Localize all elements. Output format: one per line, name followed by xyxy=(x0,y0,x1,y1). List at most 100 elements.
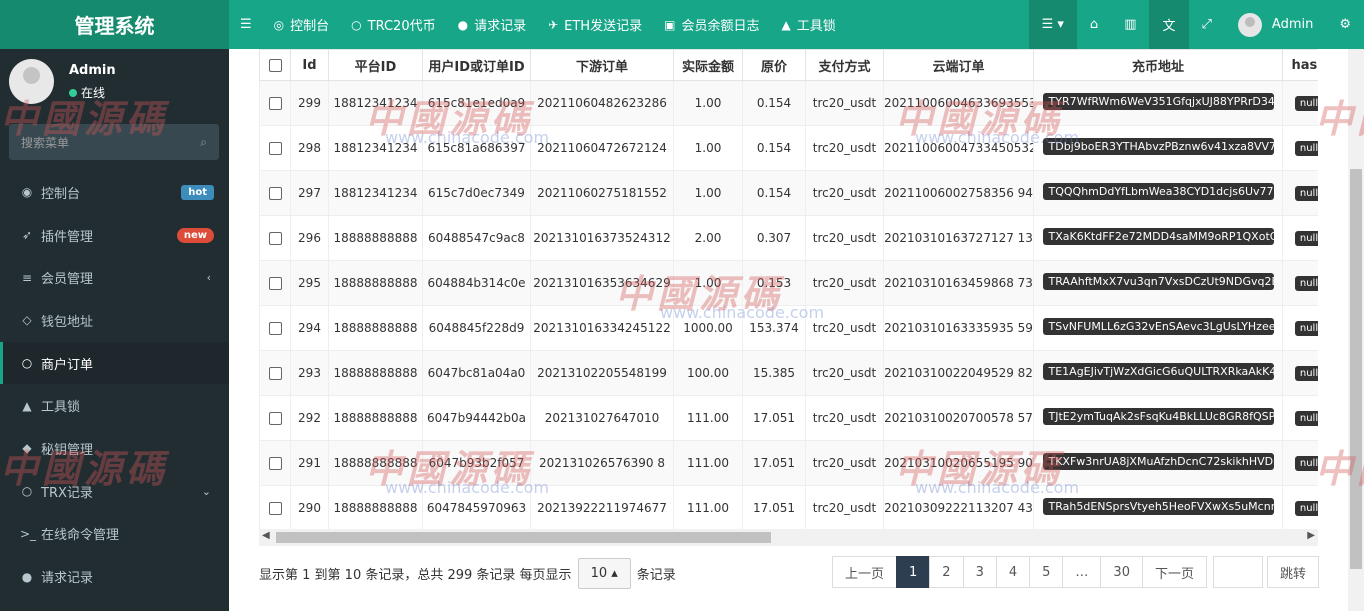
expand-icon: ⤢ xyxy=(1201,17,1212,32)
column-header[interactable]: 下游订单 xyxy=(530,49,674,81)
translate-button[interactable]: 文 xyxy=(1149,0,1189,49)
sidebar-item[interactable]: ● 请求记录 xyxy=(0,555,229,598)
table-row[interactable]: 295 18888888888 604884b314c0e 2021310163536… xyxy=(259,260,1318,306)
sidebar-toggle-button[interactable]: ☰ xyxy=(229,0,263,49)
top-nav-items: ◎ 控制台 ○ TRC20代币 ● 请求记录 ✈ ETH发送记录 ▣ 会员余额日志 ▲ 工具锁 xyxy=(263,0,847,49)
more-menu-button[interactable]: ☰ ▾ xyxy=(1028,0,1077,49)
table-cell: TYR7WfRWm6WeV351GfqjxUJ88YPRrD34or xyxy=(1033,80,1283,126)
sidebar-item-icon: ◆ xyxy=(22,441,32,456)
sidebar-item[interactable]: >_ 在线命令管理 xyxy=(0,513,229,556)
page-button[interactable]: 2 xyxy=(929,556,964,588)
page-button[interactable]: … xyxy=(1062,556,1102,588)
row-select-cell xyxy=(259,80,291,126)
table-cell: null xyxy=(1282,170,1318,216)
fullscreen-button[interactable]: ⤢ xyxy=(1189,0,1225,49)
wallet-address-tag: TE1AgEJivTjWzXdGicG6uQULTRXRkaAkK4 xyxy=(1042,363,1274,380)
page-button[interactable]: 4 xyxy=(995,556,1031,588)
settings-button[interactable]: ⚙ xyxy=(1326,0,1364,49)
top-navbar: ☰ ◎ 控制台 ○ TRC20代币 ● 请求记录 ✈ ETH发送记录 ▣ 会员余额日志 ▲ 工具锁 ☰… xyxy=(229,0,1364,49)
table-row[interactable]: 293 18888888888 6047bc81a04a0 2021310220554… xyxy=(259,350,1318,396)
row-checkbox[interactable] xyxy=(268,457,282,470)
sidebar-item[interactable]: ○ TRX记录 ⌄ xyxy=(0,470,229,513)
topnav-item[interactable]: ○ TRC20代币 xyxy=(340,0,446,49)
sidebar-item-label: 插件管理 xyxy=(41,229,94,245)
column-header[interactable]: 充币地址 xyxy=(1033,49,1283,81)
sidebar-item[interactable]: ◉ 控制台 hot xyxy=(0,171,229,214)
table-cell: 299 xyxy=(290,80,329,126)
page-button[interactable]: 5 xyxy=(1029,556,1064,588)
table-cell: 202131026576390 8 xyxy=(530,440,674,486)
scroll-right-icon[interactable]: ▶ xyxy=(1307,530,1315,541)
jump-button[interactable]: 跳转 xyxy=(1266,556,1319,588)
column-header[interactable]: 平台ID xyxy=(328,49,423,81)
table-cell: 604884b314c0e xyxy=(422,260,531,306)
admin-user-menu[interactable]: Admin xyxy=(1225,0,1326,49)
row-checkbox[interactable] xyxy=(268,277,282,290)
page-button[interactable]: 上一页 xyxy=(832,556,898,588)
select-all-checkbox[interactable] xyxy=(268,58,282,72)
page-button[interactable]: 3 xyxy=(962,556,997,588)
menu-icon: ☰ xyxy=(240,17,252,32)
row-checkbox[interactable] xyxy=(268,502,282,515)
sidebar-item[interactable]: ○ 商户订单 xyxy=(0,341,229,385)
table-cell: trc20_usdt xyxy=(805,305,884,351)
row-checkbox[interactable] xyxy=(268,142,282,155)
sidebar-item[interactable]: ▲ 工具锁 xyxy=(0,384,229,427)
table-row[interactable]: 291 18888888888 6047b93b2f057 2021310265763… xyxy=(259,440,1318,486)
column-header[interactable]: 云端订单 xyxy=(883,49,1034,81)
column-header[interactable]: hash xyxy=(1282,49,1318,81)
topnav-item[interactable]: ◎ 控制台 xyxy=(263,0,341,49)
topnav-item[interactable]: ● 请求记录 xyxy=(447,0,538,49)
home-button[interactable]: ⌂ xyxy=(1077,0,1111,49)
page-size-select[interactable]: 10 ▴ xyxy=(577,557,631,589)
table-cell: 60488547c9ac8 xyxy=(422,215,531,261)
table-row[interactable]: 296 18888888888 60488547c9ac8 2021310163735… xyxy=(259,215,1318,261)
column-header[interactable]: 原价 xyxy=(742,49,806,81)
horizontal-scrollbar[interactable]: ◀ ▶ xyxy=(259,529,1318,546)
row-checkbox[interactable] xyxy=(268,97,282,110)
sidebar-item[interactable]: ➶ 插件管理 new xyxy=(0,214,229,257)
table-cell: null xyxy=(1282,395,1318,441)
table-row[interactable]: 299 18812341234 615c81e1ed0a9 2021106048262… xyxy=(259,80,1318,126)
hash-tag: null xyxy=(1294,456,1318,471)
app-logo-title[interactable]: 管理系统 xyxy=(0,0,229,49)
table-cell: 15.385 xyxy=(742,350,806,396)
vertical-scrollbar[interactable] xyxy=(1348,49,1364,611)
sidebar-item[interactable]: ≡ 会员管理 ‹ xyxy=(0,256,229,299)
row-select-cell xyxy=(259,305,291,351)
page-button[interactable]: 下一页 xyxy=(1141,556,1207,588)
scrollbar-thumb[interactable] xyxy=(276,532,771,543)
column-header[interactable]: 支付方式 xyxy=(805,49,884,81)
row-checkbox[interactable] xyxy=(268,412,282,425)
column-header[interactable]: 实际金额 xyxy=(673,49,743,81)
row-checkbox[interactable] xyxy=(268,367,282,380)
table-row[interactable]: 294 18888888888 6048845f228d9 2021310163342… xyxy=(259,305,1318,351)
table-row[interactable]: 290 18888888888 6047845970963 2021392221197… xyxy=(259,485,1318,530)
chevron-icon: ‹ xyxy=(206,271,211,285)
table-row[interactable]: 298 18812341234 615c81a686397 2021106047267… xyxy=(259,125,1318,171)
sidebar-item[interactable]: ◆ 秘钥管理 xyxy=(0,427,229,470)
table-cell: 292 xyxy=(290,395,329,441)
page-jump-input[interactable] xyxy=(1212,556,1263,588)
column-header[interactable]: Id xyxy=(290,49,329,81)
table-row[interactable]: 292 18888888888 6047b94442b0a 2021310276470… xyxy=(259,395,1318,441)
page-button[interactable]: 1 xyxy=(896,556,931,588)
topnav-item[interactable]: ▲ 工具锁 xyxy=(770,0,846,49)
row-checkbox[interactable] xyxy=(268,232,282,245)
column-header[interactable]: 用户ID或订单ID xyxy=(422,49,531,81)
scrollbar-thumb[interactable] xyxy=(1350,169,1362,569)
sidebar-search-input[interactable]: 搜索菜单 ⌕ xyxy=(9,124,219,160)
table-row[interactable]: 297 18812341234 615c7d0ec7349 2021106027518… xyxy=(259,170,1318,216)
topnav-item[interactable]: ✈ ETH发送记录 xyxy=(537,0,653,49)
topnav-item-label: TRC20代币 xyxy=(367,19,436,34)
topnav-item[interactable]: ▣ 会员余额日志 xyxy=(653,0,770,49)
sidebar-item[interactable]: ◇ 钱包地址 xyxy=(0,299,229,342)
table-cell: 20210310163727127 13 xyxy=(883,215,1034,261)
user-name: Admin xyxy=(69,63,116,78)
clear-cache-button[interactable]: ▥ xyxy=(1111,0,1149,49)
row-checkbox[interactable] xyxy=(268,187,282,200)
scroll-left-icon[interactable]: ◀ xyxy=(262,530,270,541)
row-checkbox[interactable] xyxy=(268,322,282,335)
home-icon: ⌂ xyxy=(1089,17,1099,32)
page-button[interactable]: 30 xyxy=(1100,556,1143,588)
